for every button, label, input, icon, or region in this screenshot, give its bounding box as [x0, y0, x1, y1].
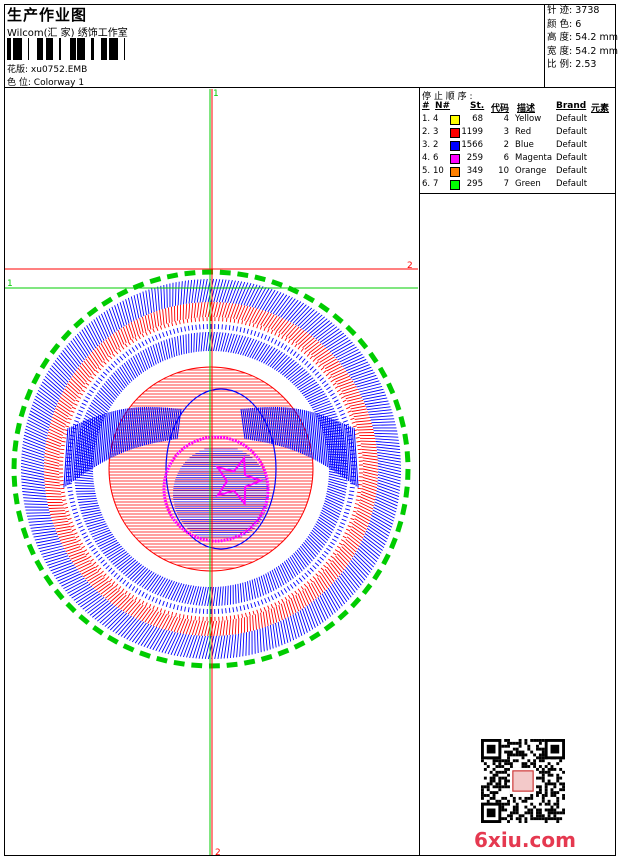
- row-brand: Default: [556, 114, 588, 124]
- stat-scale: 比 例: 2.53: [547, 59, 597, 70]
- row-n: 4: [433, 114, 439, 124]
- guide-label-h-green: 1: [7, 279, 13, 289]
- magenta-ring: [162, 435, 270, 543]
- design-file: xu0752.EMB: [30, 65, 88, 75]
- embroidery-preview: 1 2 2 1: [5, 89, 418, 855]
- table-row: 5. 10 349 10 Orange Default: [419, 166, 616, 179]
- design-label: 花版:: [7, 65, 29, 75]
- row-stitches: 68: [472, 114, 483, 124]
- row-desc: Green: [515, 179, 541, 189]
- row-code: 3: [503, 127, 509, 137]
- company-name: Wilcom(汇 家) 绣饰工作室: [7, 28, 128, 39]
- row-desc: Red: [515, 127, 532, 137]
- row-n: 3: [433, 127, 439, 137]
- row-stitches: 1199: [461, 127, 483, 137]
- row-brand: Default: [556, 153, 588, 163]
- row-n: 7: [433, 179, 439, 189]
- table-row: 1. 4 68 4 Yellow Default: [419, 114, 616, 127]
- row-index: 6.: [422, 179, 431, 189]
- colorway-value: Colorway 1: [33, 78, 85, 88]
- row-brand: Default: [556, 179, 588, 189]
- stat-colors: 颜 色: 6: [547, 18, 582, 30]
- table-row: 6. 7 295 7 Green Default: [419, 179, 616, 192]
- row-code: 2: [503, 140, 509, 150]
- color-swatch: [450, 180, 460, 190]
- row-brand: Default: [556, 127, 588, 137]
- stat-height: 高 度: 54.2 mm: [547, 32, 618, 43]
- header: 生产作业图 Wilcom(汇 家) 绣饰工作室 花版: xu0752.EMB 色…: [4, 4, 618, 88]
- table-row: 4. 6 259 6 Magenta Default: [419, 153, 616, 166]
- col-element: 元素: [591, 104, 610, 114]
- guide-label-v-top: 1: [213, 89, 219, 99]
- header-left: 生产作业图 Wilcom(汇 家) 绣饰工作室 花版: xu0752.EMB 色…: [4, 4, 545, 88]
- col-st: St.: [470, 101, 485, 111]
- table-row: 3. 2 1566 2 Blue Default: [419, 140, 616, 153]
- row-desc: Magenta: [515, 153, 553, 163]
- table-row: 2. 3 1199 3 Red Default: [419, 127, 616, 140]
- qr-code-icon: [481, 739, 565, 823]
- col-brand: Brand: [556, 101, 587, 111]
- guide-label-h-red: 2: [407, 261, 413, 271]
- row-stitches: 259: [466, 153, 483, 163]
- row-n: 10: [433, 166, 444, 176]
- page-title: 生产作业图: [7, 6, 88, 24]
- color-swatch: [450, 115, 460, 125]
- col-desc: 描述: [517, 104, 536, 114]
- row-brand: Default: [556, 140, 588, 150]
- row-index: 4.: [422, 153, 431, 163]
- row-stitches: 1566: [461, 140, 483, 150]
- row-code: 4: [503, 114, 509, 124]
- col-hash: #: [422, 101, 430, 111]
- stat-width: 宽 度: 54.2 mm: [547, 45, 618, 57]
- color-swatch: [450, 128, 460, 138]
- row-index: 2.: [422, 127, 431, 137]
- row-index: 5.: [422, 166, 431, 176]
- row-code: 10: [498, 166, 509, 176]
- row-stitches: 295: [466, 179, 483, 189]
- row-n: 6: [433, 153, 439, 163]
- row-index: 1.: [422, 114, 431, 124]
- panel-divider: [419, 88, 420, 856]
- colorway-row: 色 位: Colorway 1: [7, 75, 84, 88]
- colorway-label: 色 位:: [7, 78, 31, 88]
- barcode: [7, 38, 125, 60]
- site-logo: 6xiu.com: [474, 828, 576, 852]
- row-desc: Orange: [515, 166, 547, 176]
- stop-sequence-panel: 停 止 顺 序 : # N# St. 代码 描述 Brand 元素 1. 4 68 4…: [419, 88, 616, 194]
- stat-stitches: 针 迹: 3738: [547, 5, 600, 16]
- col-code: 代码: [491, 104, 510, 114]
- row-code: 6: [503, 153, 509, 163]
- color-swatch: [450, 154, 460, 164]
- color-swatch: [450, 167, 460, 177]
- row-code: 7: [503, 179, 509, 189]
- row-desc: Yellow: [515, 114, 542, 124]
- row-brand: Default: [556, 166, 588, 176]
- design-file-row: 花版: xu0752.EMB: [7, 62, 87, 75]
- color-swatch: [450, 141, 460, 151]
- row-index: 3.: [422, 140, 431, 150]
- row-stitches: 349: [466, 166, 483, 176]
- col-n: N#: [435, 101, 451, 111]
- design-stats: 针 迹: 3738 颜 色: 6 高 度: 54.2 mm 宽 度: 54.2 …: [547, 4, 618, 72]
- guide-label-v-bottom: 2: [215, 848, 221, 855]
- row-desc: Blue: [515, 140, 534, 150]
- row-n: 2: [433, 140, 439, 150]
